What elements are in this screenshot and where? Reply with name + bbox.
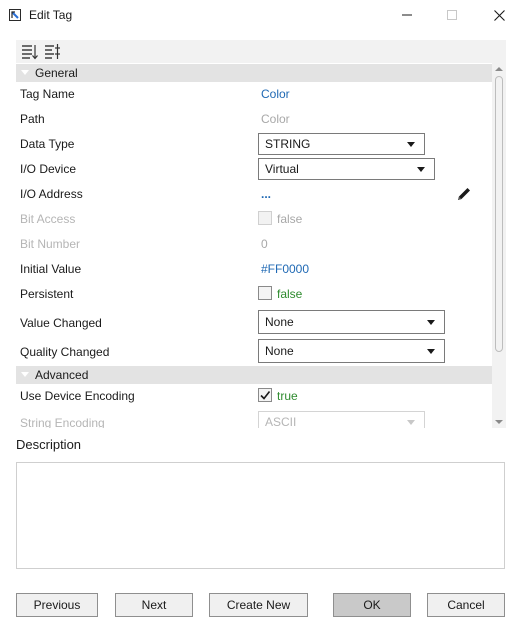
collapse-triangle-icon xyxy=(21,70,29,75)
io-device-select[interactable]: Virtual xyxy=(258,158,435,180)
chevron-down-icon xyxy=(407,420,415,425)
category-label: Advanced xyxy=(35,368,89,382)
property-row-io-device: I/O Device Virtual xyxy=(16,157,492,182)
property-label: Quality Changed xyxy=(20,345,110,359)
property-row-quality-changed: Quality Changed None xyxy=(16,337,492,366)
chevron-down-icon xyxy=(417,167,425,172)
close-button[interactable] xyxy=(476,0,522,30)
description-label: Description xyxy=(16,437,82,452)
value-changed-select[interactable]: None xyxy=(258,310,445,334)
quality-changed-select[interactable]: None xyxy=(258,339,445,363)
category-advanced[interactable]: Advanced xyxy=(16,366,492,384)
use-device-encoding-checkbox[interactable] xyxy=(258,388,272,402)
bit-access-checkbox xyxy=(258,211,272,225)
checkmark-icon xyxy=(260,391,271,400)
cancel-button[interactable]: Cancel xyxy=(427,593,505,617)
select-value: Virtual xyxy=(265,162,299,176)
chevron-down-icon xyxy=(427,320,435,325)
maximize-button[interactable] xyxy=(429,0,475,30)
select-value: None xyxy=(265,344,294,358)
property-row-data-type: Data Type STRING xyxy=(16,132,492,157)
initial-value-value[interactable]: #FF0000 xyxy=(261,262,309,276)
minimize-icon xyxy=(402,14,412,16)
category-label: General xyxy=(35,66,78,80)
scrollbar-thumb[interactable] xyxy=(495,76,503,352)
property-label: Initial Value xyxy=(20,262,82,276)
select-value: ASCII xyxy=(265,415,297,428)
category-general[interactable]: General xyxy=(16,64,492,82)
persistent-checkbox[interactable] xyxy=(258,286,272,300)
bit-access-value: false xyxy=(277,212,303,226)
data-type-select[interactable]: STRING xyxy=(258,133,425,155)
sort-alphabetical-icon[interactable] xyxy=(44,43,61,60)
vertical-scrollbar[interactable] xyxy=(492,63,506,428)
property-label: String Encoding xyxy=(20,416,105,428)
property-row-value-changed: Value Changed None xyxy=(16,308,492,337)
property-label: Tag Name xyxy=(20,87,75,101)
title-bar: Edit Tag xyxy=(0,0,522,30)
minimize-button[interactable] xyxy=(384,0,430,30)
property-row-initial-value[interactable]: Initial Value #FF0000 xyxy=(16,257,492,282)
property-label: I/O Device xyxy=(20,162,77,176)
close-icon xyxy=(493,9,505,21)
tag-name-value[interactable]: Color xyxy=(261,87,290,101)
property-grid-panel: General Tag Name Color Path Color Data T… xyxy=(16,40,506,428)
property-row-persistent: Persistent false xyxy=(16,282,492,307)
property-label: Path xyxy=(20,112,45,126)
app-logo-icon xyxy=(9,9,21,21)
property-label: Value Changed xyxy=(20,316,102,330)
chevron-down-icon xyxy=(427,349,435,354)
create-new-button[interactable]: Create New xyxy=(209,593,308,617)
persistent-value: false xyxy=(277,287,303,301)
chevron-down-icon xyxy=(407,142,415,147)
ok-button[interactable]: OK xyxy=(333,593,411,617)
property-row-path: Path Color xyxy=(16,107,492,132)
property-label: Persistent xyxy=(20,287,74,301)
scroll-up-icon[interactable] xyxy=(495,67,503,71)
property-label: Bit Access xyxy=(20,212,76,226)
property-row-tag-name[interactable]: Tag Name Color xyxy=(16,82,492,107)
collapse-triangle-icon xyxy=(21,372,29,377)
string-encoding-select: ASCII xyxy=(258,411,425,428)
scroll-down-icon[interactable] xyxy=(495,420,503,424)
property-label: Bit Number xyxy=(20,237,81,251)
property-grid: General Tag Name Color Path Color Data T… xyxy=(16,63,492,428)
property-row-bit-number: Bit Number 0 xyxy=(16,232,492,257)
edit-pencil-icon[interactable] xyxy=(456,186,472,202)
property-label: Use Device Encoding xyxy=(20,389,135,403)
property-row-io-address: I/O Address ... xyxy=(16,182,492,207)
path-value: Color xyxy=(261,112,290,126)
property-grid-toolbar xyxy=(16,40,506,63)
select-value: STRING xyxy=(265,137,311,151)
use-device-encoding-value: true xyxy=(277,389,298,403)
window-title: Edit Tag xyxy=(29,8,73,22)
property-row-use-device-encoding: Use Device Encoding true xyxy=(16,384,492,409)
property-label: Data Type xyxy=(20,137,75,151)
io-address-browse-link[interactable]: ... xyxy=(261,187,271,201)
sort-categorized-icon[interactable] xyxy=(21,43,38,60)
previous-button[interactable]: Previous xyxy=(16,593,98,617)
select-value: None xyxy=(265,315,294,329)
property-row-string-encoding: String Encoding ASCII xyxy=(16,409,492,428)
next-button[interactable]: Next xyxy=(115,593,193,617)
bit-number-value: 0 xyxy=(261,237,268,251)
maximize-icon xyxy=(447,10,457,20)
property-label: I/O Address xyxy=(20,187,83,201)
property-row-bit-access: Bit Access false xyxy=(16,207,492,232)
description-textarea[interactable] xyxy=(16,462,505,569)
